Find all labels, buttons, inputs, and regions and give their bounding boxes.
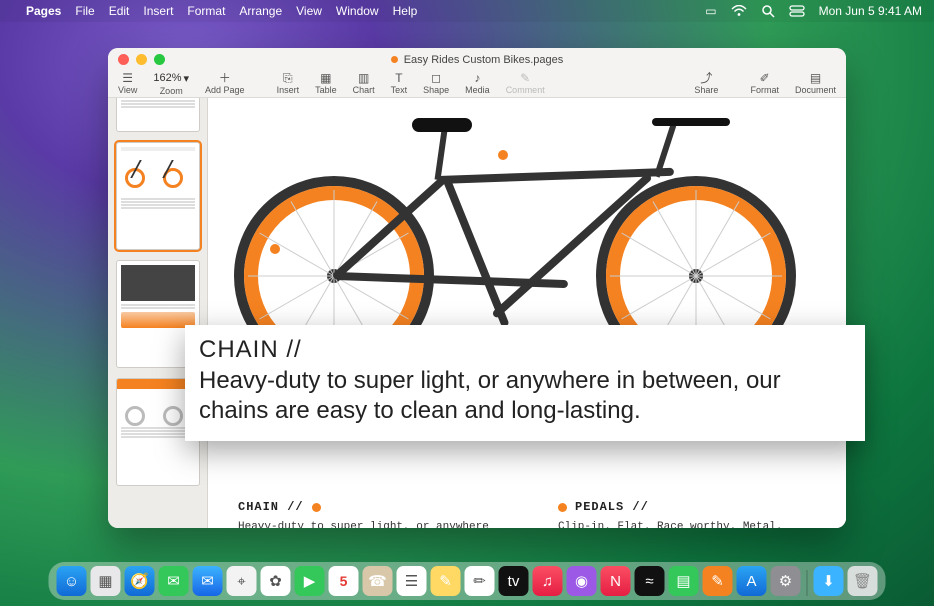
dock-launchpad[interactable]: ▦: [91, 566, 121, 596]
chain-block: CHAIN // Heavy-duty to super light, or a…: [238, 500, 498, 528]
menu-help[interactable]: Help: [393, 4, 418, 18]
dock-downloads[interactable]: ⬇: [814, 566, 844, 596]
pages-window: Easy Rides Custom Bikes.pages ☰ View 162…: [108, 48, 846, 528]
page-thumbnail-2[interactable]: 2: [116, 142, 200, 250]
toolbar-insert[interactable]: ⎘Insert: [277, 72, 300, 95]
callout-dot: [498, 150, 508, 160]
comment-icon: ✎: [520, 72, 530, 84]
menu-window[interactable]: Window: [336, 4, 379, 18]
minimize-button[interactable]: [136, 54, 147, 65]
dock-trash[interactable]: 🗑: [848, 566, 878, 596]
wifi-icon[interactable]: [731, 5, 747, 17]
dock-mail[interactable]: ✉: [193, 566, 223, 596]
control-center-icon[interactable]: [789, 5, 805, 17]
menu-insert[interactable]: Insert: [143, 4, 173, 18]
pedals-label: PEDALS //: [575, 500, 649, 514]
spotlight-icon[interactable]: [761, 4, 775, 18]
toolbar-shape[interactable]: ◻Shape: [423, 72, 449, 95]
toolbar-format[interactable]: ✐Format: [750, 72, 779, 95]
hover-text-overlay: CHAIN // Heavy-duty to super light, or a…: [185, 325, 865, 441]
dock-maps[interactable]: ⌖: [227, 566, 257, 596]
dock-appstore[interactable]: A: [737, 566, 767, 596]
dock-photos[interactable]: ✿: [261, 566, 291, 596]
chart-icon: ▥: [358, 72, 369, 84]
close-button[interactable]: [118, 54, 129, 65]
window-title: Easy Rides Custom Bikes.pages: [391, 54, 564, 66]
dock-music[interactable]: ♫: [533, 566, 563, 596]
window-controls: [118, 54, 165, 65]
dock-separator: [807, 570, 808, 596]
fullscreen-button[interactable]: [154, 54, 165, 65]
text-icon: T: [395, 72, 402, 84]
format-icon: ✐: [760, 72, 770, 84]
hover-text-body: Heavy-duty to super light, or anywhere i…: [199, 366, 851, 427]
document-page: CHAIN // Heavy-duty to super light, or a…: [208, 98, 846, 528]
document-icon: ▤: [810, 72, 821, 84]
page-thumbnails: 2: [108, 98, 208, 528]
dock-numbers[interactable]: ▤: [669, 566, 699, 596]
menu-format[interactable]: Format: [187, 4, 225, 18]
callout-dot: [312, 503, 321, 512]
menu-edit[interactable]: Edit: [109, 4, 130, 18]
dock: ☺▦🧭✉✉⌖✿▶5☎☰✎✏tv♫◉N≈▤✎A⚙ ⬇🗑: [49, 562, 886, 600]
titlebar: Easy Rides Custom Bikes.pages ☰ View 162…: [108, 48, 846, 98]
media-icon: ♪: [474, 72, 480, 84]
dock-pages[interactable]: ✎: [703, 566, 733, 596]
shape-icon: ◻: [431, 72, 441, 84]
toolbar-comment[interactable]: ✎Comment: [506, 72, 545, 95]
dock-settings[interactable]: ⚙: [771, 566, 801, 596]
dock-news[interactable]: N: [601, 566, 631, 596]
toolbar-chart[interactable]: ▥Chart: [353, 72, 375, 95]
chain-label: CHAIN //: [238, 500, 304, 514]
page-thumbnail-1[interactable]: [116, 98, 200, 132]
toolbar-view[interactable]: ☰ View: [118, 72, 137, 96]
callout-dot: [270, 244, 280, 254]
dock-tv[interactable]: tv: [499, 566, 529, 596]
dock-finder[interactable]: ☺: [57, 566, 87, 596]
share-icon: ⤴: [700, 72, 712, 84]
dock-podcasts[interactable]: ◉: [567, 566, 597, 596]
chain-body: Heavy-duty to super light, or anywhere i…: [238, 520, 498, 528]
toolbar: ☰ View 162%▾ Zoom ＋ Add Page ⎘Insert ▦Ta…: [108, 72, 846, 97]
dock-facetime[interactable]: ▶: [295, 566, 325, 596]
app-menu[interactable]: Pages: [26, 4, 61, 18]
pedals-block: PEDALS // Clip-in. Flat. Race worthy. Me…: [558, 500, 818, 528]
dock-calendar[interactable]: 5: [329, 566, 359, 596]
dock-freeform[interactable]: ✏: [465, 566, 495, 596]
chevron-down-icon: ▾: [184, 72, 190, 85]
toolbar-table[interactable]: ▦Table: [315, 72, 337, 95]
document-modified-indicator: [391, 56, 398, 63]
dock-reminders[interactable]: ☰: [397, 566, 427, 596]
hover-text-heading: CHAIN //: [199, 335, 851, 366]
toolbar-text[interactable]: TText: [391, 72, 408, 95]
callout-dot: [558, 503, 567, 512]
dock-notes[interactable]: ✎: [431, 566, 461, 596]
document-canvas[interactable]: CHAIN // Heavy-duty to super light, or a…: [208, 98, 846, 528]
toolbar-document[interactable]: ▤Document: [795, 72, 836, 95]
toolbar-share[interactable]: ⤴Share: [694, 72, 718, 95]
plus-icon: ＋: [219, 72, 231, 84]
menubar-clock[interactable]: Mon Jun 5 9:41 AM: [819, 4, 922, 18]
menubar: Pages File Edit Insert Format Arrange Vi…: [0, 0, 934, 22]
toolbar-add-page[interactable]: ＋ Add Page: [205, 72, 245, 96]
dock-messages[interactable]: ✉: [159, 566, 189, 596]
menu-view[interactable]: View: [296, 4, 322, 18]
dock-contacts[interactable]: ☎: [363, 566, 393, 596]
toolbar-media[interactable]: ♪Media: [465, 72, 490, 95]
toolbar-zoom[interactable]: 162%▾ Zoom: [153, 72, 189, 96]
document-title: Easy Rides Custom Bikes.pages: [404, 54, 564, 66]
menu-arrange[interactable]: Arrange: [239, 4, 282, 18]
sidebar-icon: ☰: [122, 72, 133, 84]
pedals-body: Clip-in. Flat. Race worthy. Metal. Nonsl…: [558, 520, 818, 528]
insert-icon: ⎘: [283, 72, 293, 84]
table-icon: ▦: [320, 72, 331, 84]
dock-stocks[interactable]: ≈: [635, 566, 665, 596]
battery-icon[interactable]: ▭: [705, 4, 716, 18]
menu-file[interactable]: File: [75, 4, 94, 18]
dock-safari[interactable]: 🧭: [125, 566, 155, 596]
